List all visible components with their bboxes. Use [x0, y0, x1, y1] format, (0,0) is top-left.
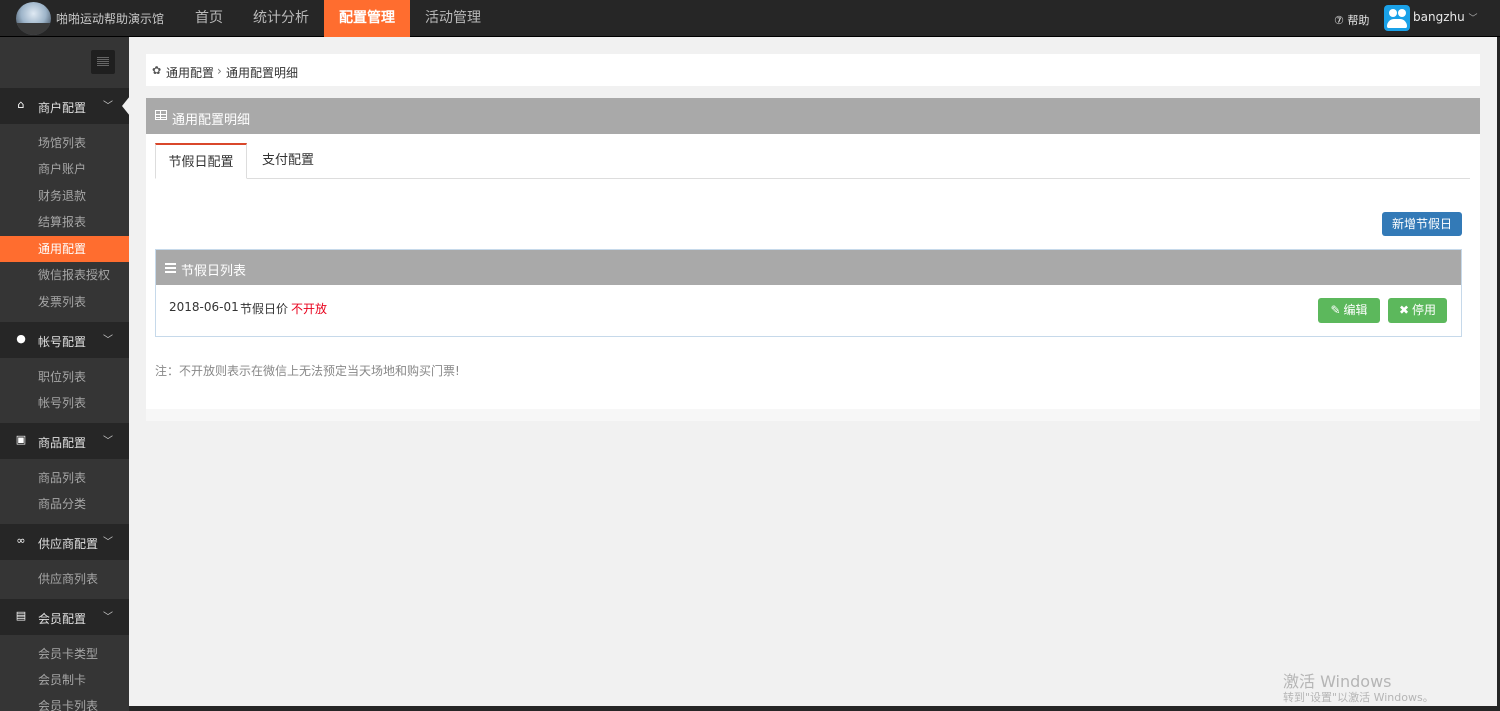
list-icon: [165, 263, 176, 265]
config-detail-panel: 通用配置明细 节假日配置 支付配置 新增节假日 节假日列表 2018-06-01…: [146, 98, 1480, 421]
holiday-note: 注：不开放则表示在微信上无法预定当天场地和购买门票!: [155, 364, 460, 378]
sidebar-item-account-list[interactable]: 帐号列表: [0, 390, 129, 416]
help-link[interactable]: ⑦ 帮助: [1334, 12, 1369, 28]
nav-activity-management[interactable]: 活动管理: [410, 0, 496, 37]
holiday-status: 不开放: [291, 302, 328, 316]
home-icon: ⌂: [17, 98, 25, 111]
chevron-down-icon: ﹀: [103, 612, 113, 623]
sidebar-item-settlement-report[interactable]: 结算报表: [0, 209, 129, 235]
sidebar-item-member-card-make[interactable]: 会员制卡: [0, 667, 129, 693]
username-dropdown[interactable]: bangzhu ﹀: [1413, 10, 1478, 24]
tab-holiday-config[interactable]: 节假日配置: [155, 143, 247, 179]
main-nav: 首页 统计分析 配置管理 活动管理: [180, 0, 496, 37]
breadcrumb-item-general-config[interactable]: 通用配置: [166, 64, 214, 81]
disable-label: 停用: [1412, 303, 1437, 317]
site-name: 啪啪运动帮助演示馆: [56, 12, 165, 26]
holiday-list-header: 节假日列表: [156, 250, 1461, 285]
table-icon: [155, 110, 167, 120]
tab-payment-config[interactable]: 支付配置: [248, 143, 328, 179]
nav-home[interactable]: 首页: [180, 0, 238, 37]
sidebar-item-wechat-report-auth[interactable]: 微信报表授权: [0, 262, 129, 288]
sidebar-item-finance-refund[interactable]: 财务退款: [0, 183, 129, 209]
edit-label: 编辑: [1343, 303, 1368, 317]
disable-button[interactable]: ✖ 停用: [1388, 298, 1447, 323]
section-label: 商户配置: [38, 101, 87, 115]
section-label: 供应商配置: [38, 537, 99, 551]
sidebar-item-member-card-type[interactable]: 会员卡类型: [0, 641, 129, 667]
section-label: 帐号配置: [38, 335, 87, 349]
menu-line: [97, 57, 109, 58]
nav-config-management[interactable]: 配置管理: [324, 0, 410, 37]
link-icon: ∞: [16, 534, 26, 547]
sidebar-section-merchant-config[interactable]: ⌂ 商户配置 ﹀: [0, 88, 129, 124]
sidebar: ⌂ 商户配置 ﹀ 场馆列表 商户账户 财务退款 结算报表 通用配置 微信报表授权…: [0, 37, 129, 711]
panel-footer: [146, 409, 1480, 421]
sidebar-section-member-config[interactable]: ▤ 会员配置 ﹀: [0, 599, 129, 635]
holiday-list: 节假日列表 2018-06-01 节假日价 不开放 ✎ 编辑 ✖ 停用: [155, 249, 1462, 337]
gift-icon: ▣: [15, 433, 27, 446]
holiday-date: 2018-06-01: [169, 300, 239, 314]
menu-line: [97, 65, 109, 66]
section-label: 会员配置: [38, 612, 87, 626]
sidebar-section-account-config[interactable]: ● 帐号配置 ﹀: [0, 322, 129, 358]
menu-line: [97, 61, 109, 62]
section-label: 商品配置: [38, 436, 87, 450]
sidebar-item-merchant-account[interactable]: 商户账户: [0, 156, 129, 182]
edit-button[interactable]: ✎ 编辑: [1318, 298, 1380, 323]
username-label: bangzhu: [1413, 10, 1465, 24]
tabs-divider: [155, 178, 1470, 179]
breadcrumb: ✿ 通用配置 › 通用配置明细: [146, 54, 1480, 86]
windows-activation-hint: 转到"设置"以激活 Windows。: [1283, 691, 1434, 704]
id-card-icon: ▤: [15, 609, 27, 622]
active-indicator: [122, 96, 129, 116]
sidebar-item-invoice-list[interactable]: 发票列表: [0, 289, 129, 315]
sidebar-item-product-list[interactable]: 商品列表: [0, 465, 129, 491]
bottom-bar: [129, 706, 1500, 711]
close-icon: ✖: [1398, 303, 1410, 317]
chevron-down-icon: ﹀: [1468, 14, 1478, 24]
panel-title: 通用配置明细: [172, 113, 251, 128]
venue-logo[interactable]: [16, 2, 51, 35]
sidebar-item-general-config[interactable]: 通用配置: [0, 236, 129, 262]
top-navbar: 啪啪运动帮助演示馆 首页 统计分析 配置管理 活动管理 ⑦ 帮助 bangzhu…: [0, 0, 1500, 37]
sidebar-section-supplier-config[interactable]: ∞ 供应商配置 ﹀: [0, 524, 129, 560]
panel-header: 通用配置明细: [146, 98, 1480, 134]
sidebar-item-product-category[interactable]: 商品分类: [0, 491, 129, 517]
sidebar-item-supplier-list[interactable]: 供应商列表: [0, 566, 129, 592]
sidebar-item-position-list[interactable]: 职位列表: [0, 364, 129, 390]
menu-line: [97, 59, 109, 60]
edit-icon: ✎: [1330, 303, 1341, 317]
breadcrumb-item-current: 通用配置明细: [226, 66, 299, 80]
add-holiday-button[interactable]: 新增节假日: [1382, 212, 1462, 236]
breadcrumb-separator: ›: [217, 64, 222, 78]
chevron-down-icon: ﹀: [103, 101, 113, 112]
user-icon: ●: [16, 332, 26, 345]
chevron-down-icon: ﹀: [103, 335, 113, 346]
sidebar-item-venue-list[interactable]: 场馆列表: [0, 130, 129, 156]
sidebar-item-member-card-list[interactable]: 会员卡列表: [0, 693, 129, 711]
chevron-down-icon: ﹀: [103, 537, 113, 548]
holiday-price-label: 节假日价: [240, 302, 289, 316]
chevron-down-icon: ﹀: [103, 436, 113, 447]
holiday-list-title: 节假日列表: [181, 264, 247, 279]
user-avatar-icon[interactable]: [1384, 5, 1410, 31]
sidebar-section-product-config[interactable]: ▣ 商品配置 ﹀: [0, 423, 129, 459]
menu-line: [97, 63, 109, 64]
gear-icon: ✿: [152, 64, 162, 77]
nav-statistics[interactable]: 统计分析: [238, 0, 324, 37]
sidebar-toggle-button[interactable]: [91, 50, 115, 74]
